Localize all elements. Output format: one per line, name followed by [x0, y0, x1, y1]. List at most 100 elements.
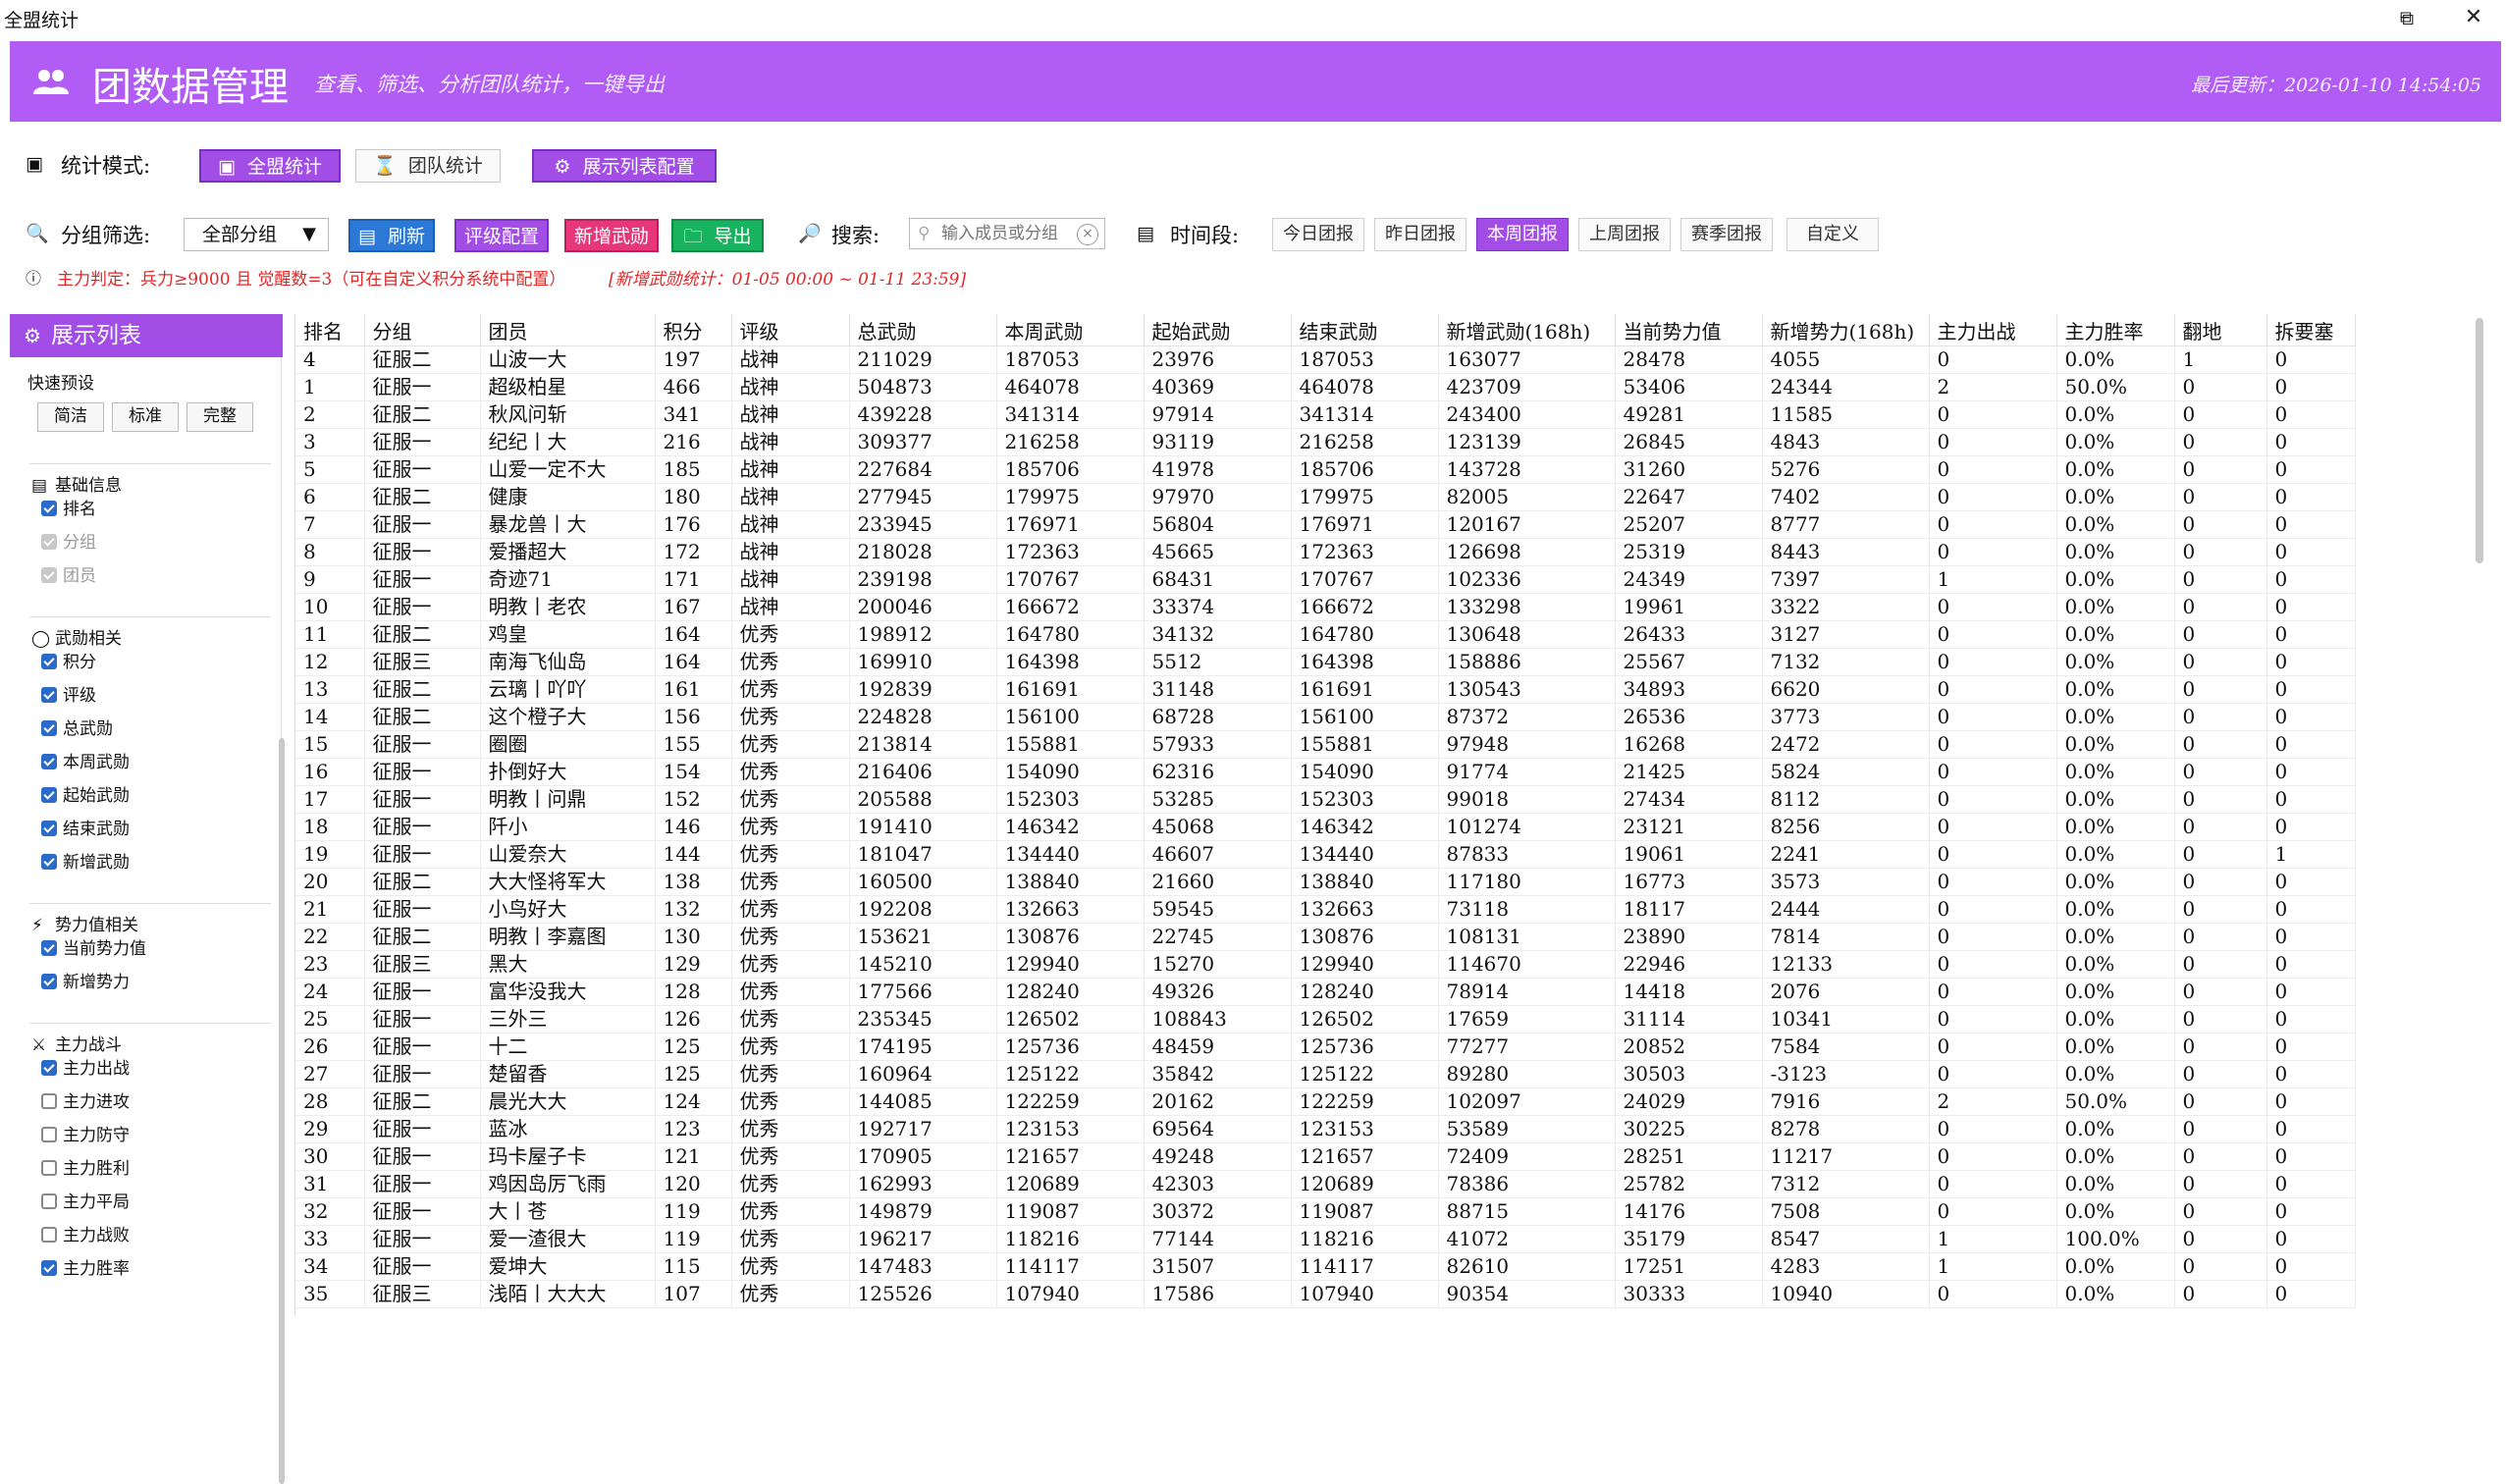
table-row[interactable]: 22 征服二 明教丨李嘉图 130 优秀 153621 130876 22745 130876 1… [295, 923, 2356, 951]
info-icon: ⓘ [26, 269, 42, 288]
search-input[interactable] [941, 224, 1079, 243]
table-row[interactable]: 20 征服二 大大怪将军大 138 优秀 160500 138840 21660 138840 1… [295, 868, 2356, 896]
table-row[interactable]: 35 征服三 浅陌丨大大大 107 优秀 125526 107940 17586 107940 9… [295, 1280, 2356, 1308]
table-row[interactable]: 10 征服一 明教丨老农 167 战神 200046 166672 33374 166672 13… [295, 593, 2356, 621]
section-title-text: 势力值相关 [55, 916, 138, 935]
table-cell: 31114 [1615, 1005, 1763, 1034]
table-row[interactable]: 24 征服一 富华没我大 128 优秀 177566 128240 49326 128240 78… [295, 978, 2356, 1006]
column-header[interactable]: 翻地 [2174, 314, 2267, 346]
table-cell: 0.0% [2056, 1060, 2175, 1088]
table-row[interactable]: 14 征服二 这个橙子大 156 优秀 224828 156100 68728 156100 87… [295, 703, 2356, 731]
column-header[interactable]: 主力胜率 [2056, 314, 2175, 346]
column-checkbox[interactable]: 起始武勋 [41, 785, 130, 807]
table-row[interactable]: 12 征服三 南海飞仙岛 164 优秀 169910 164398 5512 164398 158… [295, 648, 2356, 676]
column-header[interactable]: 分组 [364, 314, 481, 346]
table-row[interactable]: 8 征服一 爱播超大 172 战神 218028 172363 45665 172363 1266… [295, 538, 2356, 566]
column-checkbox[interactable]: 积分 [41, 652, 96, 673]
group-select[interactable]: 全部分组 ▼ [184, 218, 329, 251]
column-header[interactable]: 总武勋 [849, 314, 997, 346]
table-row[interactable]: 26 征服一 十二 125 优秀 174195 125736 48459 125736 77277… [295, 1033, 2356, 1061]
export-button[interactable]: 🗀 导出 [671, 219, 764, 252]
table-row[interactable]: 5 征服一 山爱一定不大 185 战神 227684 185706 41978 185706 14… [295, 455, 2356, 484]
time-option-button[interactable]: 今日团报 [1272, 218, 1364, 251]
column-header[interactable]: 新增武勋(168h) [1438, 314, 1616, 346]
column-checkbox[interactable]: 主力平局 [41, 1192, 130, 1213]
team-stats-button[interactable]: ⌛ 团队统计 [355, 149, 501, 183]
display-config-button[interactable]: ⚙ 展示列表配置 [532, 149, 717, 183]
column-header[interactable]: 评级 [731, 314, 850, 346]
clear-icon[interactable]: × [1077, 224, 1098, 245]
column-checkbox[interactable]: 排名 [41, 499, 96, 520]
rating-config-button[interactable]: 评级配置 [454, 219, 549, 252]
column-header[interactable]: 本周武勋 [996, 314, 1145, 346]
table-row[interactable]: 18 征服一 阡小 146 优秀 191410 146342 45068 146342 10127… [295, 813, 2356, 841]
table-row[interactable]: 19 征服一 山爱奈大 144 优秀 181047 134440 46607 134440 878… [295, 840, 2356, 869]
column-checkbox[interactable]: 新增武勋 [41, 852, 130, 874]
time-option-button[interactable]: 赛季团报 [1680, 218, 1773, 251]
table-row[interactable]: 23 征服三 黑大 129 优秀 145210 129940 15270 129940 11467… [295, 950, 2356, 979]
column-checkbox[interactable]: 主力防守 [41, 1125, 130, 1146]
time-option-button[interactable]: 上周团报 [1578, 218, 1671, 251]
table-row[interactable]: 9 征服一 奇迹71 171 战神 239198 170767 68431 170767 1023… [295, 565, 2356, 594]
table-row[interactable]: 11 征服二 鸡皇 164 优秀 198912 164780 34132 164780 13064… [295, 620, 2356, 649]
column-header[interactable]: 起始武勋 [1144, 314, 1292, 346]
table-cell: 125122 [996, 1060, 1145, 1088]
column-header[interactable]: 当前势力值 [1615, 314, 1763, 346]
column-header[interactable]: 排名 [295, 314, 365, 346]
table-cell: 14176 [1615, 1197, 1763, 1226]
table-row[interactable]: 2 征服二 秋风问斩 341 战神 439228 341314 97914 341314 2434… [295, 400, 2356, 429]
column-checkbox[interactable]: 评级 [41, 685, 96, 707]
table-cell: 119 [655, 1197, 732, 1226]
time-option-button[interactable]: 自定义 [1786, 218, 1879, 251]
preset-simple-button[interactable]: 简洁 [37, 402, 104, 432]
table-row[interactable]: 1 征服一 超级柏星 466 战神 504873 464078 40369 464078 4237… [295, 373, 2356, 401]
table-row[interactable]: 16 征服一 扑倒好大 154 优秀 216406 154090 62316 154090 917… [295, 758, 2356, 786]
column-checkbox[interactable]: 主力出战 [41, 1058, 130, 1080]
table-row[interactable]: 28 征服二 晨光大大 124 优秀 144085 122259 20162 122259 102… [295, 1087, 2356, 1116]
table-row[interactable]: 15 征服一 圈圈 155 优秀 213814 155881 57933 155881 97948… [295, 730, 2356, 759]
column-checkbox[interactable]: 新增势力 [41, 972, 130, 993]
column-checkbox[interactable]: 主力胜利 [41, 1158, 130, 1180]
table-row[interactable]: 34 征服一 爱坤大 115 优秀 147483 114117 31507 114117 8261… [295, 1252, 2356, 1281]
refresh-button[interactable]: ▤ 刷新 [348, 219, 435, 252]
column-header[interactable]: 主力出战 [1929, 314, 2057, 346]
preset-full-button[interactable]: 完整 [187, 402, 253, 432]
table-row[interactable]: 4 征服二 山波一大 197 战神 211029 187053 23976 187053 1630… [295, 345, 2356, 374]
table-row[interactable]: 32 征服一 大丨苍 119 优秀 149879 119087 30372 119087 8871… [295, 1197, 2356, 1226]
table-row[interactable]: 6 征服二 健康 180 战神 277945 179975 97970 179975 82005 2… [295, 483, 2356, 511]
table-row[interactable]: 7 征服一 暴龙兽丨大 176 战神 233945 176971 56804 176971 120… [295, 510, 2356, 539]
restore-icon[interactable]: ⧉ [2387, 4, 2426, 31]
column-header[interactable]: 积分 [655, 314, 732, 346]
table-cell: 0.0% [2056, 620, 2175, 649]
table-row[interactable]: 21 征服一 小鸟好大 132 优秀 192208 132663 59545 132663 731… [295, 895, 2356, 924]
column-checkbox[interactable]: 主力战败 [41, 1225, 130, 1246]
time-option-button[interactable]: 本周团报 [1476, 218, 1569, 251]
column-checkbox[interactable]: 当前势力值 [41, 938, 146, 960]
table-row[interactable]: 29 征服一 蓝冰 123 优秀 192717 123153 69564 123153 53589… [295, 1115, 2356, 1143]
table-row[interactable]: 3 征服一 纪纪丨大 216 战神 309377 216258 93119 216258 1231… [295, 428, 2356, 456]
table-scrollbar[interactable] [2476, 318, 2483, 563]
column-header[interactable]: 结束武勋 [1291, 314, 1439, 346]
new-merit-button[interactable]: 新增武勋 [564, 219, 659, 252]
table-cell: 4 [295, 345, 365, 374]
table-row[interactable]: 30 征服一 玛卡屋子卡 121 优秀 170905 121657 49248 121657 72… [295, 1142, 2356, 1171]
panel-scrollbar[interactable] [279, 738, 285, 1484]
table-row[interactable]: 17 征服一 明教丨问鼎 152 优秀 205588 152303 53285 152303 99… [295, 785, 2356, 814]
table-row[interactable]: 27 征服一 楚留香 125 优秀 160964 125122 35842 125122 8928… [295, 1060, 2356, 1088]
column-checkbox[interactable]: 主力胜率 [41, 1258, 130, 1280]
time-option-button[interactable]: 昨日团报 [1374, 218, 1466, 251]
table-row[interactable]: 31 征服一 鸡因岛厉飞雨 120 优秀 162993 120689 42303 120689 7… [295, 1170, 2356, 1198]
column-checkbox[interactable]: 总武勋 [41, 718, 113, 740]
close-icon[interactable]: ✕ [2454, 4, 2493, 31]
column-checkbox[interactable]: 主力进攻 [41, 1091, 130, 1113]
column-header[interactable]: 新增势力(168h) [1762, 314, 1930, 346]
table-row[interactable]: 25 征服一 三外三 126 优秀 235345 126502 108843 126502 176… [295, 1005, 2356, 1034]
preset-standard-button[interactable]: 标准 [112, 402, 179, 432]
table-row[interactable]: 33 征服一 爱一渣很大 119 优秀 196217 118216 77144 118216 41… [295, 1225, 2356, 1253]
all-stats-button[interactable]: ▣ 全盟统计 [199, 149, 341, 183]
column-checkbox[interactable]: 本周武勋 [41, 752, 130, 773]
column-checkbox[interactable]: 结束武勋 [41, 819, 130, 840]
table-row[interactable]: 13 征服二 云璃丨吖吖 161 优秀 192839 161691 31148 161691 13… [295, 675, 2356, 704]
column-header[interactable]: 拆要塞 [2266, 314, 2356, 346]
column-header[interactable]: 团员 [480, 314, 656, 346]
